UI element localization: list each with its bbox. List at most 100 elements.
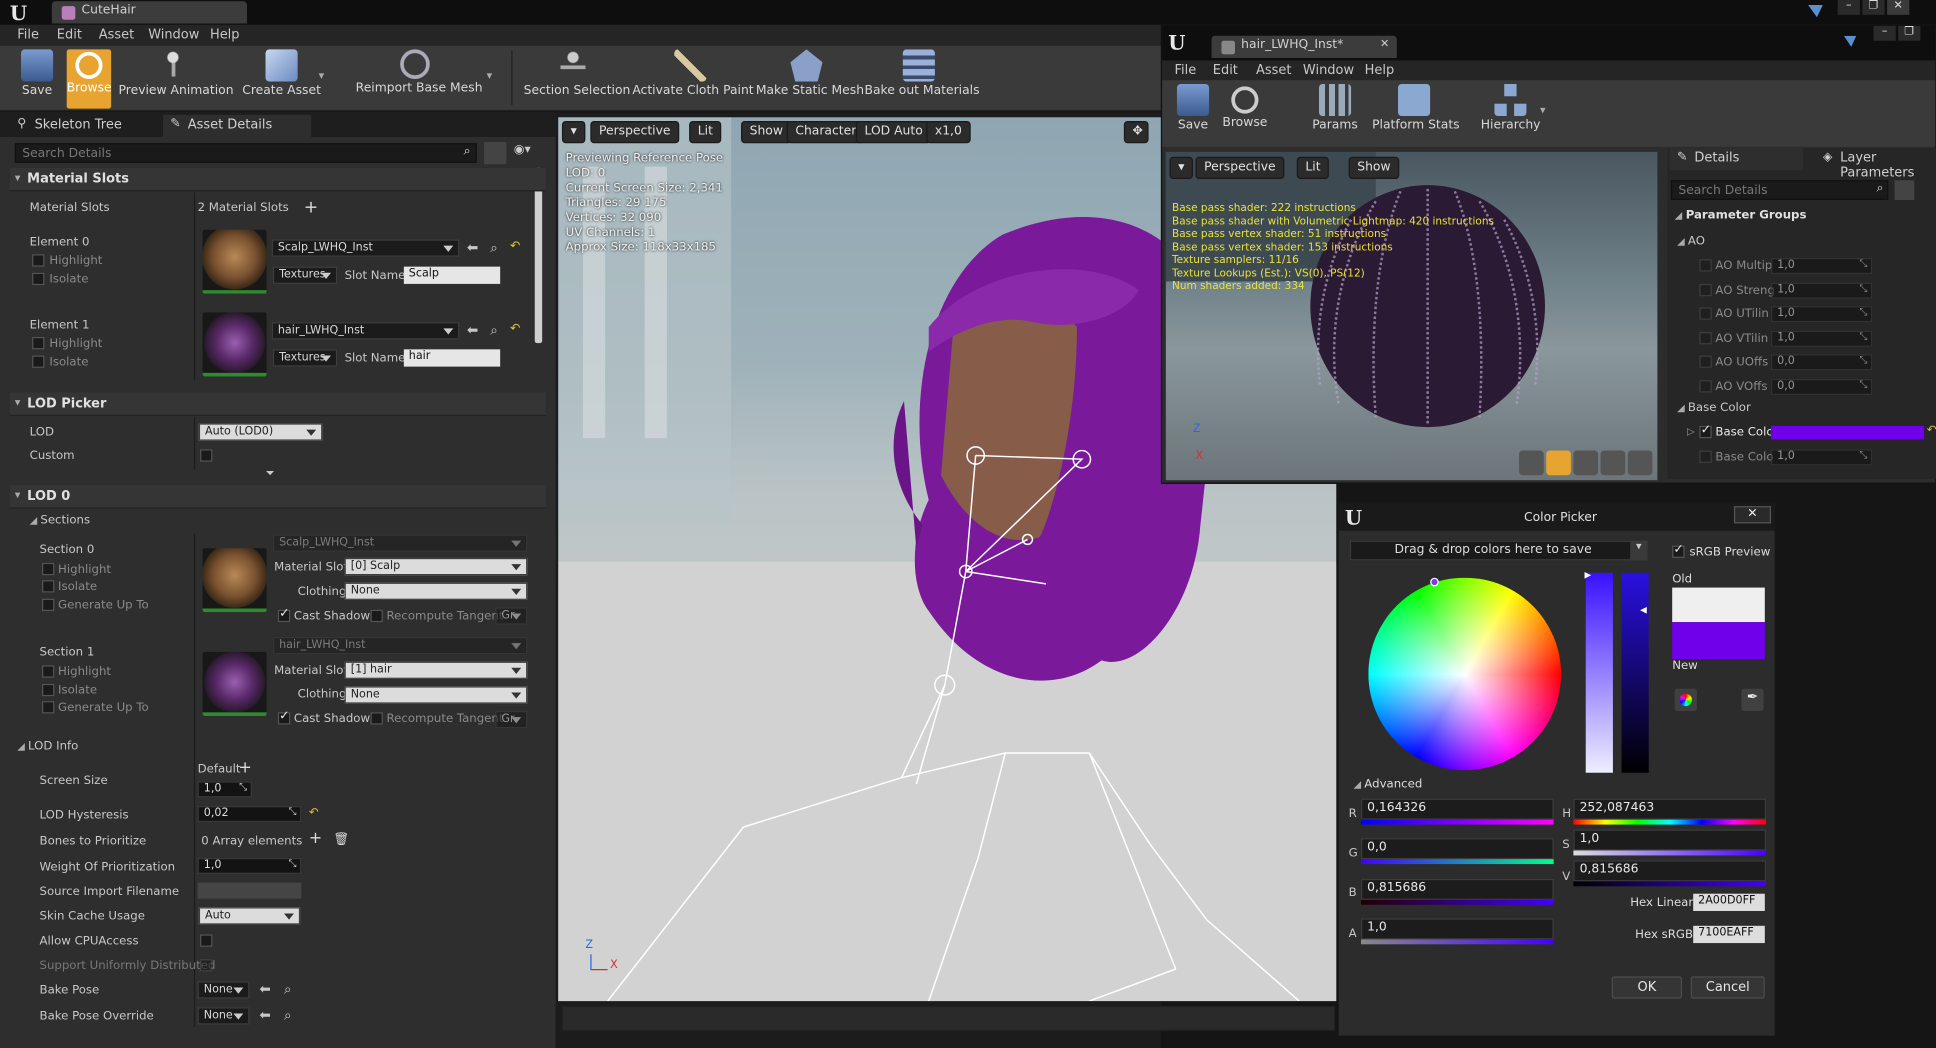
reset-icon[interactable]: ↶ [1927, 423, 1936, 437]
eyedropper-icon[interactable]: ✒ [1741, 688, 1764, 712]
browse-button[interactable]: Browse [1219, 84, 1271, 143]
param-enable-checkbox[interactable] [1699, 379, 1712, 392]
preview-animation-button[interactable]: Preview Animation [119, 49, 234, 108]
material-select[interactable]: Scalp_LWHQ_Inst [271, 239, 460, 257]
menu-edit[interactable]: Edit [1213, 63, 1238, 78]
browse-search-icon[interactable]: ⌕ [490, 322, 498, 339]
hierarchy-dropdown-icon[interactable]: ▾ [1540, 105, 1546, 117]
section-material-thumbnail[interactable] [202, 651, 267, 716]
transform-mode-button[interactable]: ✥ [1123, 120, 1149, 144]
value-channel-input[interactable]: 0,815686 [1573, 860, 1767, 882]
activate-cloth-paint-button[interactable]: Activate Cloth Paint [632, 49, 754, 108]
hex-srgb-input[interactable]: 7100EAFF [1693, 925, 1765, 944]
add-icon[interactable]: + [238, 759, 251, 778]
param-enable-checkbox[interactable] [1699, 307, 1712, 320]
highlight-checkbox[interactable] [41, 665, 55, 678]
plane-preview-button[interactable] [1573, 450, 1599, 476]
param-enable-checkbox[interactable] [1699, 331, 1712, 344]
swatch-dropdown-icon[interactable]: ▾ [1630, 540, 1648, 561]
param-value-input[interactable]: 1,0 [1770, 257, 1873, 275]
bake-out-materials-button[interactable]: Bake out Materials [865, 49, 980, 108]
create-asset-button[interactable]: Create Asset [242, 49, 321, 108]
material-thumbnail[interactable] [202, 312, 267, 377]
param-value-input[interactable]: 1,0 [1770, 306, 1873, 323]
section-selection-button[interactable]: Section Selection [524, 49, 630, 108]
base-color-enable-checkbox[interactable] [1699, 423, 1712, 439]
value-slider[interactable] [1621, 572, 1649, 773]
menu-file[interactable]: File [17, 27, 39, 42]
menu-help[interactable]: Help [210, 27, 240, 42]
eye-icon[interactable]: ◉▾ [514, 143, 531, 157]
minimize-button[interactable]: – [1837, 0, 1860, 15]
use-selected-arrow-icon[interactable]: ⬅ [467, 239, 478, 255]
screen-size-input[interactable]: 1,0 [197, 781, 252, 798]
generate-up-to-checkbox[interactable] [41, 701, 55, 714]
cast-shadows-checkbox[interactable] [277, 710, 291, 725]
alpha-channel-input[interactable]: 1,0 [1360, 918, 1554, 940]
browse-search-icon[interactable]: ⌕ [284, 1007, 292, 1024]
scrollbar[interactable] [534, 167, 543, 344]
reset-icon[interactable]: ↶ [309, 806, 319, 820]
param-enable-checkbox[interactable] [1699, 355, 1712, 368]
mesh-preview-button[interactable] [1627, 450, 1653, 476]
cylinder-preview-button[interactable] [1519, 450, 1544, 476]
show-button[interactable]: Show [1348, 156, 1400, 179]
view-options-button[interactable] [1894, 180, 1915, 200]
lod-info-header[interactable]: ◢ LOD Info [17, 739, 78, 753]
material-select[interactable]: hair_LWHQ_Inst [271, 322, 460, 340]
color-swatch-dropzone[interactable]: Drag & drop colors here to save [1349, 540, 1637, 561]
sections-header[interactable]: ◢ Sections [30, 514, 90, 528]
reset-icon[interactable]: ↶ [510, 239, 520, 253]
base-color-group-header[interactable]: ◢ Base Color [1677, 401, 1751, 415]
gr-dropdown[interactable]: Gr [495, 711, 528, 729]
browse-search-icon[interactable]: ⌕ [284, 981, 292, 998]
material-preview-viewport[interactable]: ▾ Perspective Lit Show Base pass shader:… [1165, 151, 1658, 481]
param-value-input[interactable]: 1,0 [1770, 330, 1873, 347]
material-slot-select[interactable]: [0] Scalp [344, 557, 528, 576]
highlight-checkbox[interactable] [41, 562, 55, 576]
param-value-input[interactable]: 0,0 [1770, 354, 1873, 371]
material-slot-select[interactable]: [1] hair [344, 661, 528, 679]
add-element-icon[interactable]: + [309, 830, 322, 849]
generate-up-to-checkbox[interactable] [41, 598, 55, 612]
saturation-slider[interactable] [1585, 572, 1613, 773]
save-button[interactable]: Save [12, 49, 61, 108]
green-channel-input[interactable]: 0,0 [1360, 838, 1554, 860]
menu-help[interactable]: Help [1365, 63, 1395, 78]
isolate-checkbox[interactable] [41, 683, 55, 697]
notify-icon[interactable] [1808, 4, 1823, 18]
show-button[interactable]: Show [741, 120, 792, 144]
search-details-input[interactable]: Search Details ⌕ [1670, 180, 1889, 200]
highlight-checkbox[interactable] [32, 254, 45, 267]
restore-button[interactable]: ❐ [1898, 25, 1921, 41]
browse-button[interactable]: Browse [66, 49, 112, 109]
restore-button[interactable]: ❐ [1862, 0, 1885, 15]
color-wheel[interactable] [1368, 577, 1562, 771]
create-asset-dropdown-icon[interactable]: ▾ [319, 70, 325, 82]
param-value-input[interactable]: 1,0 [1770, 449, 1873, 466]
viewport-options-button[interactable]: ▾ [1169, 156, 1194, 179]
use-selected-arrow-icon[interactable]: ⬅ [259, 981, 270, 997]
browse-search-icon[interactable]: ⌕ [490, 239, 498, 256]
platform-stats-button[interactable]: Platform Stats [1372, 83, 1460, 143]
lod0-header[interactable]: LOD 0 [9, 485, 546, 509]
cube-preview-button[interactable] [1600, 450, 1626, 476]
trash-icon[interactable]: 🗑 [333, 833, 349, 847]
color-theme-button[interactable] [1674, 688, 1697, 712]
expand-arrow-icon[interactable]: ▷ [1687, 426, 1695, 437]
parameter-groups-header[interactable]: ◢ Parameter Groups [1675, 209, 1807, 223]
cancel-button[interactable]: Cancel [1690, 976, 1765, 999]
expand-chevron-icon[interactable]: ⏷ [266, 467, 275, 481]
minimize-button[interactable]: – [1873, 25, 1896, 41]
lod-hysteresis-input[interactable]: 0,02 [197, 806, 302, 823]
tab-layer-parameters[interactable]: ◈ Layer Parameters [1815, 148, 1936, 181]
allow-cpu-access-checkbox[interactable] [200, 934, 213, 947]
material-slots-header[interactable]: Material Slots [9, 167, 546, 192]
menu-asset[interactable]: Asset [99, 27, 134, 42]
custom-checkbox[interactable] [200, 449, 213, 462]
isolate-checkbox[interactable] [41, 580, 55, 593]
params-button[interactable]: Params [1310, 83, 1359, 143]
gr-dropdown[interactable]: Gr [495, 607, 528, 625]
save-button[interactable]: Save [1170, 83, 1217, 143]
timeline-bar[interactable] [561, 1006, 1336, 1031]
